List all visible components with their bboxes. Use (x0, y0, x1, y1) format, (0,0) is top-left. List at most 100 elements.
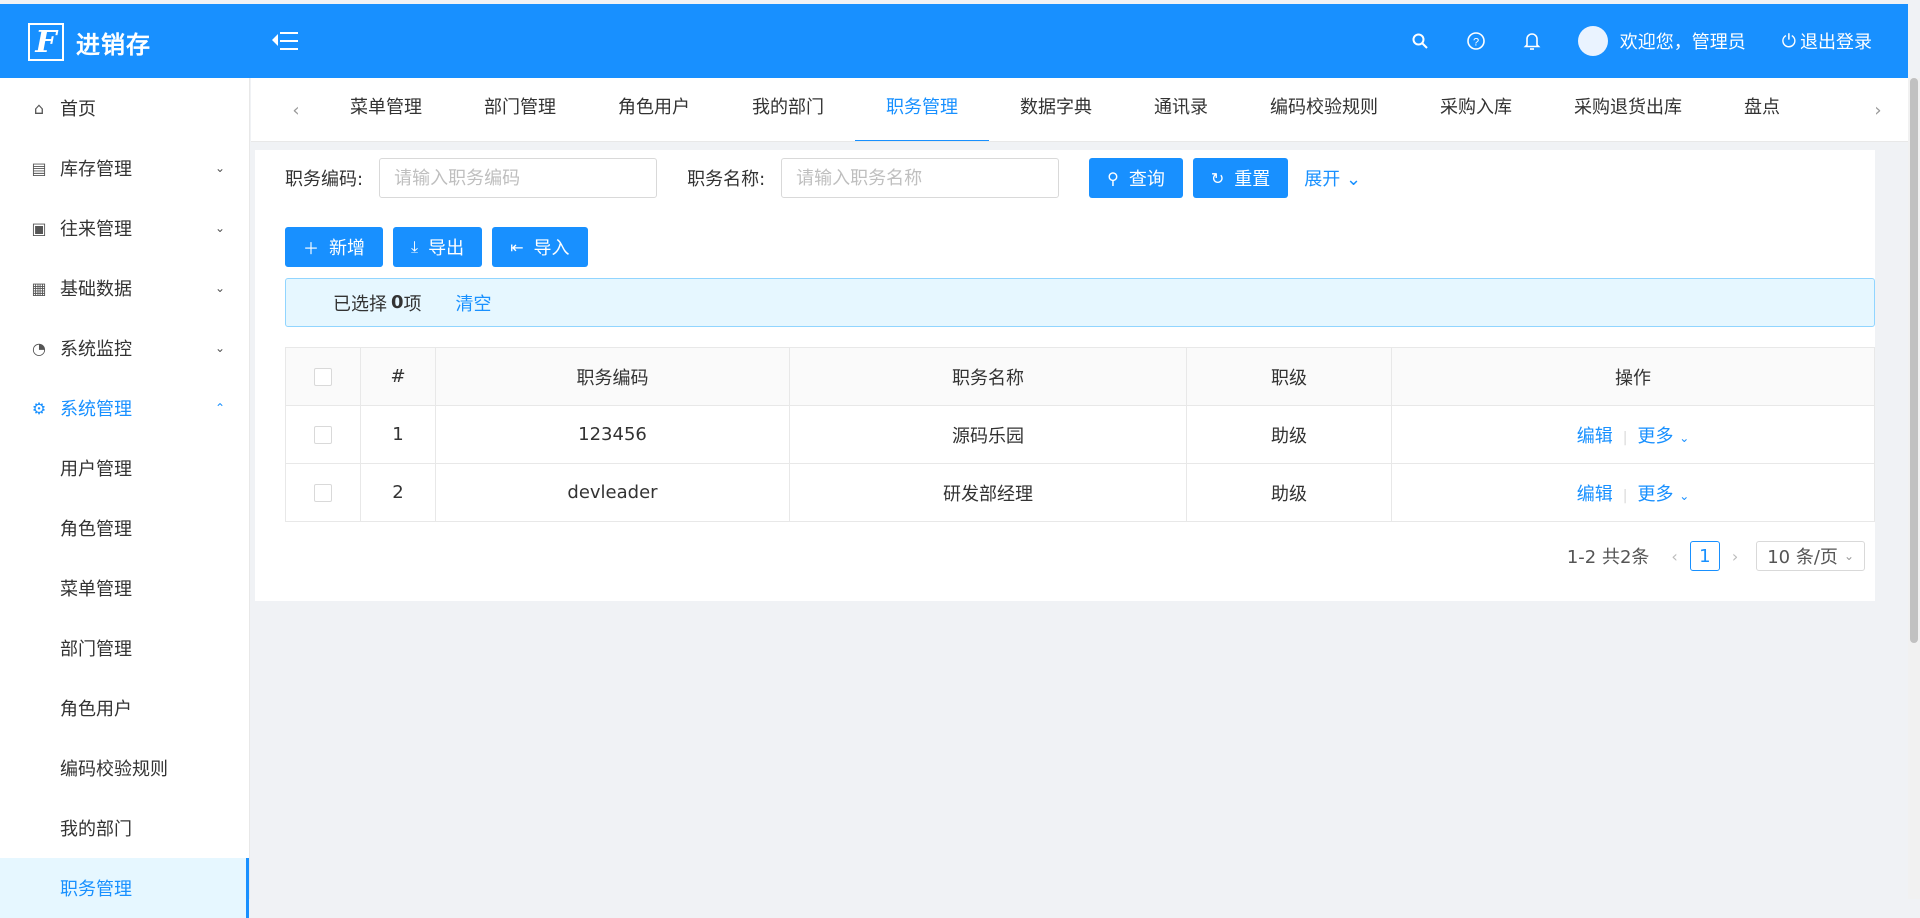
sidebar-subitem-positions[interactable]: 职务管理 (0, 858, 249, 918)
tab-dictionary[interactable]: 数据字典 (989, 78, 1123, 141)
download-icon: ⤓ (411, 237, 419, 256)
bell-icon[interactable] (1504, 4, 1560, 78)
logo[interactable]: F 进销存 (28, 23, 151, 61)
scrollbar-thumb[interactable] (1910, 78, 1918, 643)
sidebar-subitem-code-rules[interactable]: 编码校验规则 (0, 738, 249, 798)
sidebar-item-contacts[interactable]: ▣ 往来管理 ⌄ (0, 198, 249, 258)
position-code-input[interactable] (379, 158, 658, 198)
edit-link[interactable]: 编辑 (1577, 426, 1613, 447)
tab-next-icon[interactable]: › (1848, 78, 1908, 141)
add-button[interactable]: ＋ 新增 (285, 227, 384, 267)
positions-table: # 职务编码 职务名称 职级 操作 1 123456 源码乐园 助级 编辑 | 更多… (285, 347, 1875, 522)
col-rank: 职级 (1186, 347, 1392, 406)
inventory-icon: ▤ (31, 158, 47, 178)
row-code: 123456 (435, 405, 790, 464)
logout-label: 退出登录 (1800, 32, 1872, 53)
prev-page-icon[interactable]: ‹ (1671, 547, 1677, 566)
help-icon[interactable]: ? (1448, 4, 1504, 78)
export-label: 导出 (428, 238, 465, 259)
page-size-label: 10 条/页 (1767, 547, 1838, 568)
tab-purchase-in[interactable]: 采购入库 (1409, 78, 1543, 141)
sidebar-item-monitor[interactable]: ◔ 系统监控 ⌄ (0, 318, 249, 378)
tab-bar: ‹ 菜单管理 部门管理 角色用户 我的部门 职务管理 数据字典 通讯录 编码校验… (251, 78, 1908, 142)
expand-link[interactable]: 展开 ⌄ (1304, 165, 1361, 191)
page-scrollbar[interactable] (1908, 78, 1920, 899)
sidebar-item-inventory[interactable]: ▤ 库存管理 ⌄ (0, 138, 249, 198)
logout-button[interactable]: ⏻ 退出登录 (1782, 28, 1872, 54)
sidebar-subitem-users[interactable]: 用户管理 (0, 438, 249, 498)
selection-count: 0 (391, 292, 404, 313)
sidebar-item-home[interactable]: ⌂ 首页 (0, 78, 249, 138)
col-index: # (360, 347, 436, 406)
sidebar-subitem-role-users[interactable]: 角色用户 (0, 678, 249, 738)
more-label: 更多 (1637, 425, 1674, 447)
welcome-text: 欢迎您，管理员 (1619, 32, 1746, 53)
query-button[interactable]: ⚲ 查询 (1089, 158, 1183, 198)
next-page-icon[interactable]: › (1732, 547, 1738, 566)
chevron-down-icon: ⌄ (214, 221, 225, 235)
tab-prev-icon[interactable]: ‹ (281, 78, 311, 141)
more-label: 更多 (1637, 483, 1674, 505)
row-name: 源码乐园 (789, 405, 1187, 464)
contacts-icon: ▣ (31, 218, 47, 238)
svg-text:?: ? (1473, 37, 1479, 49)
tab-menus[interactable]: 菜单管理 (319, 78, 453, 141)
select-all-checkbox[interactable] (314, 368, 332, 386)
sidebar-item-label: 系统监控 (60, 339, 132, 360)
sidebar-item-label: 库存管理 (60, 159, 132, 180)
chevron-down-icon: ⌄ (214, 281, 225, 295)
tab-address-book[interactable]: 通讯录 (1123, 78, 1239, 141)
top-header: F 进销存 ? 欢迎您，管理员 ⏻ 退出登录 (0, 4, 1908, 78)
tab-my-department[interactable]: 我的部门 (721, 78, 855, 141)
search-icon[interactable] (1392, 4, 1448, 78)
sidebar-subitem-departments[interactable]: 部门管理 (0, 618, 249, 678)
sidebar: ⌂ 首页 ▤ 库存管理 ⌄ ▣ 往来管理 ⌄ ▦ 基础数据 ⌄ ◔ 系统监控 ⌄… (0, 78, 250, 918)
sidebar-subitem-roles[interactable]: 角色管理 (0, 498, 249, 558)
home-icon: ⌂ (33, 98, 45, 118)
row-name: 研发部经理 (789, 463, 1187, 522)
page-number-button[interactable]: 1 (1689, 541, 1720, 571)
reset-button[interactable]: ↻ 重置 (1192, 158, 1289, 198)
tab-stocktake[interactable]: 盘点 (1713, 78, 1811, 141)
logout-icon: ⏻ (1781, 30, 1796, 52)
sidebar-subitem-menus[interactable]: 菜单管理 (0, 558, 249, 618)
tab-positions[interactable]: 职务管理 (855, 78, 989, 141)
menu-collapse-icon[interactable] (270, 28, 300, 54)
expand-label: 展开 (1304, 169, 1341, 190)
clear-selection-link[interactable]: 清空 (456, 290, 492, 316)
chevron-up-icon: ⌃ (214, 401, 225, 415)
more-dropdown[interactable]: 更多 ⌄ (1637, 426, 1689, 447)
row-checkbox[interactable] (314, 484, 332, 502)
tab-code-rules[interactable]: 编码校验规则 (1239, 78, 1409, 141)
tab-purchase-return[interactable]: 采购退货出库 (1543, 78, 1713, 141)
export-button[interactable]: ⤓ 导出 (393, 227, 483, 267)
row-checkbox[interactable] (314, 426, 332, 444)
tab-role-users[interactable]: 角色用户 (587, 78, 721, 141)
page-size-select[interactable]: 10 条/页 ⌄ (1756, 541, 1865, 571)
add-label: 新增 (329, 238, 366, 259)
table-header-row: # 职务编码 职务名称 职级 操作 (285, 347, 1875, 406)
row-rank: 助级 (1186, 405, 1392, 464)
pagination-summary: 1-2 共2条 (1566, 547, 1650, 568)
import-icon: ⇤ (510, 237, 524, 257)
avatar[interactable] (1577, 26, 1608, 56)
sidebar-subitem-my-department[interactable]: 我的部门 (0, 798, 249, 858)
position-name-input[interactable] (781, 158, 1060, 198)
import-button[interactable]: ⇤ 导入 (492, 227, 588, 267)
selection-suffix: 项 (403, 293, 422, 315)
more-dropdown[interactable]: 更多 ⌄ (1637, 484, 1689, 505)
gear-icon: ⚙ (31, 398, 47, 418)
table-row: 2 devleader 研发部经理 助级 编辑 | 更多 ⌄ (285, 463, 1875, 522)
edit-link[interactable]: 编辑 (1577, 484, 1613, 505)
row-rank: 助级 (1186, 463, 1392, 522)
selection-prefix: 已选择 (333, 293, 387, 315)
pagination: 1-2 共2条 ‹ 1 › 10 条/页 ⌄ (1567, 541, 1865, 571)
col-code: 职务编码 (435, 347, 790, 406)
action-toolbar: ＋ 新增 ⤓ 导出 ⇤ 导入 (285, 227, 598, 267)
row-code: devleader (435, 463, 790, 522)
table-row: 1 123456 源码乐园 助级 编辑 | 更多 ⌄ (285, 405, 1875, 464)
sidebar-item-system[interactable]: ⚙ 系统管理 ⌃ (0, 378, 249, 438)
tab-departments[interactable]: 部门管理 (453, 78, 587, 141)
divider: | (1622, 429, 1628, 446)
sidebar-item-basic-data[interactable]: ▦ 基础数据 ⌄ (0, 258, 249, 318)
